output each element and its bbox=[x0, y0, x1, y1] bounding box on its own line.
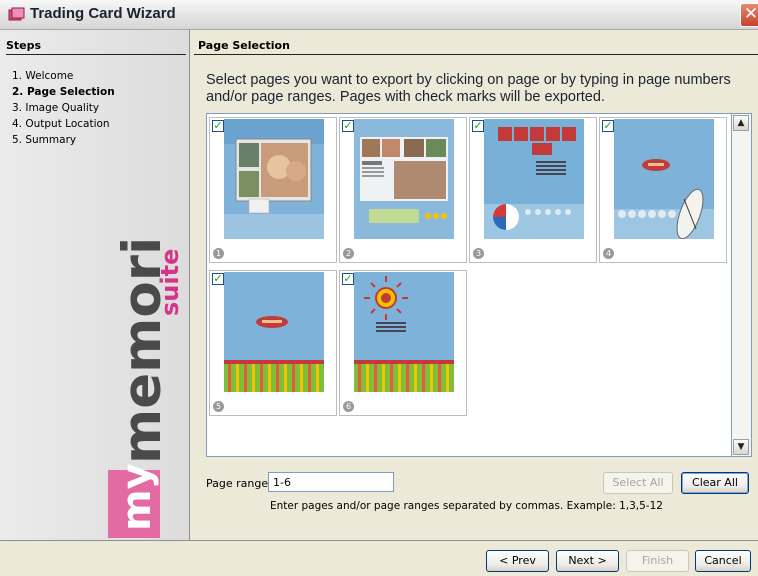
steps-header: Steps bbox=[6, 39, 42, 52]
page-1-art bbox=[224, 119, 324, 239]
steps-list: 1. Welcome 2. Page Selection 3. Image Qu… bbox=[12, 68, 115, 148]
instructions-text: Select pages you want to export by click… bbox=[206, 72, 731, 105]
logo-suite-text: suite bbox=[156, 249, 180, 316]
page-number-4: 4 bbox=[603, 248, 614, 259]
page-range-label: Page range: bbox=[206, 477, 272, 490]
vertical-scrollbar[interactable]: ▲ ▼ bbox=[732, 113, 752, 457]
page-checkbox-4[interactable]: ✓ bbox=[602, 120, 614, 132]
mymemories-logo: my memories suite bbox=[108, 240, 180, 538]
page-number-2: 2 bbox=[343, 248, 354, 259]
step-output-location: 4. Output Location bbox=[12, 118, 110, 130]
page-range-input[interactable] bbox=[268, 472, 394, 492]
sidebar: Steps 1. Welcome 2. Page Selection 3. Im… bbox=[0, 30, 190, 540]
page-4-art bbox=[614, 119, 714, 239]
page-checkbox-1[interactable]: ✓ bbox=[212, 120, 224, 132]
page-number-3: 3 bbox=[473, 248, 484, 259]
page-number-1: 1 bbox=[213, 248, 224, 259]
step-summary: 5. Summary bbox=[12, 134, 77, 146]
page-number-6: 6 bbox=[343, 401, 354, 412]
logo-my-text: my bbox=[114, 463, 160, 531]
close-button[interactable]: ✕ bbox=[740, 3, 758, 27]
page-thumb-1[interactable]: ✓ 1 bbox=[209, 117, 337, 263]
page-thumb-4[interactable]: ✓ 4 bbox=[599, 117, 727, 263]
page-3-art bbox=[484, 119, 584, 239]
page-5-art bbox=[224, 272, 324, 392]
step-image-quality: 3. Image Quality bbox=[12, 102, 100, 114]
title-bar: Trading Card Wizard ✕ bbox=[0, 0, 758, 30]
select-all-button[interactable]: Select All bbox=[603, 472, 673, 494]
step-page-selection: 2. Page Selection bbox=[12, 86, 115, 98]
page-range-hint: Enter pages and/or page ranges separated… bbox=[270, 500, 663, 512]
finish-button[interactable]: Finish bbox=[626, 550, 689, 572]
page-thumb-2[interactable]: ✓ 2 bbox=[339, 117, 467, 263]
step-welcome: 1. Welcome bbox=[12, 70, 74, 82]
window-title: Trading Card Wizard bbox=[30, 5, 176, 22]
page-thumb-6[interactable]: ✓ 6 bbox=[339, 270, 467, 416]
main-header: Page Selection bbox=[198, 39, 290, 52]
scroll-up-icon[interactable]: ▲ bbox=[733, 115, 749, 131]
page-checkbox-5[interactable]: ✓ bbox=[212, 273, 224, 285]
page-checkbox-3[interactable]: ✓ bbox=[472, 120, 484, 132]
page-6-art bbox=[354, 272, 454, 392]
page-number-5: 5 bbox=[213, 401, 224, 412]
prev-button[interactable]: < Prev bbox=[486, 550, 549, 572]
page-thumb-5[interactable]: ✓ 5 bbox=[209, 270, 337, 416]
page-checkbox-2[interactable]: ✓ bbox=[342, 120, 354, 132]
scroll-down-icon[interactable]: ▼ bbox=[733, 439, 749, 455]
next-button[interactable]: Next > bbox=[556, 550, 619, 572]
cancel-button[interactable]: Cancel bbox=[695, 550, 751, 572]
page-grid: ✓ 1 ✓ 2 ✓ 3 ✓ 4 ✓ 5 ✓ 6 bbox=[206, 113, 732, 457]
page-2-art bbox=[354, 119, 454, 239]
clear-all-button[interactable]: Clear All bbox=[681, 472, 749, 494]
main-divider bbox=[194, 54, 758, 55]
page-thumb-3[interactable]: ✓ 3 bbox=[469, 117, 597, 263]
steps-divider bbox=[6, 54, 186, 55]
app-icon bbox=[8, 7, 25, 21]
page-checkbox-6[interactable]: ✓ bbox=[342, 273, 354, 285]
